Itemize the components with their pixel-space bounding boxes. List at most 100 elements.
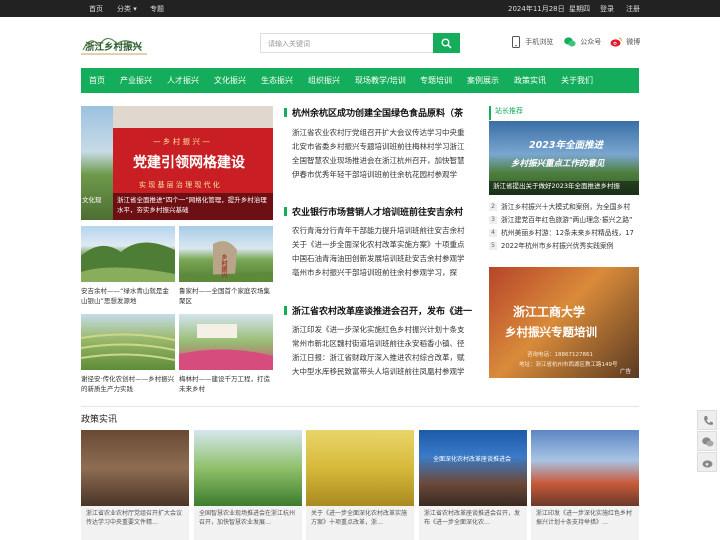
nav-item-cases[interactable]: 案例展示	[467, 75, 499, 86]
policy-card-1[interactable]: 浙江省农业农村厅党组召开扩大会议传达学习中央重要文件精…	[81, 430, 189, 540]
flower-field-image	[179, 324, 273, 370]
search-button[interactable]	[433, 33, 460, 53]
top-bar: 首页 分类 ▾ 专题 2024年11月28日 星期四 登录 注册	[0, 0, 720, 17]
section-divider	[81, 406, 639, 407]
rank-number: 5	[489, 242, 497, 250]
nav-item-culture[interactable]: 文化振兴	[214, 75, 246, 86]
nav-item-organization[interactable]: 组织振兴	[308, 75, 340, 86]
top-weekday: 星期四	[569, 5, 590, 13]
rank-number: 4	[489, 229, 497, 237]
nav-item-special-training[interactable]: 专题培训	[420, 75, 452, 86]
sidebar-featured-caption: 浙江省提出关于做好2023年全面推进乡村振	[489, 181, 639, 195]
hero-slider[interactable]: — 乡 村 振 兴 — 党建引领网格建设 实 现 基 层 治 理 现 代 化 文…	[81, 106, 273, 220]
rank-number: 3	[489, 216, 497, 224]
red-building-image	[531, 430, 639, 506]
thumb-image-2[interactable]: 乡村振兴	[179, 226, 273, 282]
ad-tag: 广告	[620, 369, 632, 375]
weibo-link[interactable]: 微博	[610, 37, 640, 47]
float-phone-button[interactable]	[697, 410, 717, 430]
policy-card-5[interactable]: 浙江印发《进一步深化实施红色乡村振兴计划十条支持举措》…	[531, 430, 639, 540]
policy-section-title: 政策实讯	[81, 415, 118, 425]
ad-address: 地址：浙江省杭州市西湖区教工路149号	[519, 362, 618, 368]
float-wechat-button[interactable]	[697, 431, 717, 451]
news-link[interactable]: 农行青海分行青年干部能力提升培训班前往安吉余村	[284, 225, 476, 239]
news-link[interactable]: 北安市省委乡村振兴专题培训班前往梅林村学习浙江	[284, 141, 476, 155]
hero-banner-headline: 党建引领网格建设	[133, 155, 245, 171]
nav-item-policy[interactable]: 政策实讯	[514, 75, 546, 86]
mobile-link[interactable]: 手机浏览	[512, 36, 553, 48]
top-login-link[interactable]: 登录	[600, 4, 614, 14]
news-group-3: 浙江省农村改革座谈推进会召开，发布《进一 浙江印发《进一步深化实施红色乡村振兴计…	[284, 304, 476, 380]
wechat-icon	[564, 37, 576, 47]
thumb-caption-2[interactable]: 鲁家村——全国首个家庭农场集聚区	[179, 286, 273, 306]
hero-caption[interactable]: 浙江省全面推进“四个一”网格化管理，提升乡村治理水平，夯实乡村振兴基础	[113, 193, 273, 220]
thumb-caption-1[interactable]: 安吉余村——“绿水青山就是金山银山”思想发源地	[81, 286, 175, 306]
nav-item-industry[interactable]: 产业振兴	[120, 75, 152, 86]
news-headline-3[interactable]: 浙江省农村改革座谈推进会召开，发布《进一	[284, 304, 476, 320]
sidebar-list-item[interactable]: 3 浙江建党百年红色旅游“两山理念·振兴之路”	[489, 214, 639, 227]
logo-text: 浙江乡村振兴	[85, 42, 143, 53]
nav-item-about[interactable]: 关于我们	[561, 75, 593, 86]
top-link-topic[interactable]: 专题	[150, 4, 164, 14]
wechat-link[interactable]: 公众号	[564, 37, 601, 47]
phone-icon	[704, 416, 713, 425]
policy-card-4[interactable]: 全面深化农村改革座谈推进会 浙江省农村改革座谈推进会召开，发布《进一步全面深化农…	[419, 430, 527, 540]
news-link[interactable]: 伊春市优秀年轻干部培训班前往余杭花园村参观学	[284, 169, 476, 183]
thumb-image-1[interactable]	[81, 226, 175, 282]
nav-item-talent[interactable]: 人才振兴	[167, 75, 199, 86]
search-input[interactable]: 请输入关键词	[260, 33, 433, 53]
sidebar-title: 站长推荐	[489, 106, 639, 120]
float-weibo-button[interactable]	[697, 452, 717, 472]
news-group-2: 农业银行市场营销人才培训班前往安吉余村 农行青海分行青年干部能力提升培训班前往安…	[284, 205, 476, 281]
wechat-icon	[702, 437, 714, 447]
search-placeholder: 请输入关键词	[268, 40, 310, 48]
sidebar-featured-image[interactable]: 2023年全面推进 乡村振兴重点工作的意见 浙江省提出关于做好2023年全面推进…	[489, 121, 639, 195]
terraced-fields-image	[81, 333, 175, 361]
thumb-caption-4[interactable]: 梅林村——建设千万工程，打造未来乡村	[179, 374, 273, 394]
sidebar-list-item[interactable]: 2 浙江乡村振兴十大模式和案例，为全国乡村	[489, 201, 639, 214]
news-link[interactable]: 全国智慧农业现场推进会在浙江杭州召开，加快智慧	[284, 155, 476, 169]
news-link[interactable]: 大中型水库移民致富带头人培训班前往凤凰村参观学	[284, 366, 476, 380]
thumb-image-3[interactable]	[81, 314, 175, 370]
mountain-village-image	[81, 242, 175, 282]
policy-card-3[interactable]: 关于《进一步全面深化农村改革实施方案》十项重点改革，浙…	[306, 430, 414, 540]
thumb-caption-3[interactable]: 谢径安·传化农创村——乡村振兴的新质生产力实践	[81, 374, 175, 394]
news-link[interactable]: 浙江印发《进一步深化实施红色乡村振兴计划十条支	[284, 324, 476, 338]
policy-card-2[interactable]: 全国智慧农业现场推进会在浙江杭州召开，加快智慧农业发展…	[194, 430, 302, 540]
sidebar-ad[interactable]: 浙江工商大学 乡村振兴专题培训 咨询电话：18867127861 地址：浙江省杭…	[489, 267, 639, 378]
rapeseed-field-image	[306, 430, 414, 506]
greenhouse-image	[194, 430, 302, 506]
news-link[interactable]: 亳州市乡村振兴干部培训班前往余村参观学习，探	[284, 267, 476, 281]
nav-item-home[interactable]: 首页	[89, 75, 105, 86]
sidebar-list: 2 浙江乡村振兴十大模式和案例，为全国乡村 3 浙江建党百年红色旅游“两山理念·振兴…	[489, 201, 639, 253]
search-icon	[441, 38, 452, 49]
weibo-icon	[702, 460, 713, 468]
news-link[interactable]: 浙江省农业农村厅党组召开扩大会议传达学习中央重	[284, 127, 476, 141]
thumb-image-4[interactable]	[179, 314, 273, 370]
top-link-category[interactable]: 分类 ▾	[117, 4, 137, 14]
sidebar-list-item[interactable]: 4 杭州美丽乡村游：12条未来乡村精品线，17	[489, 227, 639, 240]
nav-item-ecology[interactable]: 生态振兴	[261, 75, 293, 86]
ad-phone: 咨询电话：18867127861	[527, 352, 593, 358]
news-group-1: 杭州余杭区成功创建全国绿色食品原料（茶 浙江省农业农村厅党组召开扩大会议传达学习…	[284, 106, 476, 183]
rank-number: 2	[489, 203, 497, 211]
ad-title: 浙江工商大学	[513, 305, 586, 319]
news-link[interactable]: 常州市新北区魏村街道培训班前往永安稻香小镇、径	[284, 338, 476, 352]
mobile-phone-icon	[512, 36, 520, 48]
sidebar-list-item[interactable]: 5 2022年杭州市乡村振兴优秀实践案例	[489, 240, 639, 253]
news-link[interactable]: 中国石油青海油田创新发展培训班赴安吉余村参观学	[284, 253, 476, 267]
stone-inscription: 乡村振兴	[220, 254, 227, 278]
news-headline-1[interactable]: 杭州余杭区成功创建全国绿色食品原料（茶	[284, 106, 476, 122]
top-register-link[interactable]: 注册	[626, 4, 640, 14]
weibo-icon	[610, 37, 622, 47]
news-link[interactable]: 关于《进一步全面深化农村改革实施方案》十项重点	[284, 239, 476, 253]
meeting-room-image	[81, 430, 189, 506]
nav-item-field-training[interactable]: 现场教学/培训	[355, 75, 406, 86]
conference-image: 全面深化农村改革座谈推进会	[419, 430, 527, 506]
site-logo[interactable]: 浙江乡村振兴	[81, 28, 147, 58]
main-nav: 首页 产业振兴 人才振兴 文化振兴 生态振兴 组织振兴 现场教学/培训 专题培训…	[81, 68, 639, 93]
news-headline-2[interactable]: 农业银行市场营销人才培训班前往安吉余村	[284, 205, 476, 221]
top-link-home[interactable]: 首页	[89, 4, 103, 14]
top-date: 2024年11月28日	[508, 5, 565, 13]
news-link[interactable]: 浙江日报：浙江省财政厅深入推进农村综合改革，赋	[284, 352, 476, 366]
